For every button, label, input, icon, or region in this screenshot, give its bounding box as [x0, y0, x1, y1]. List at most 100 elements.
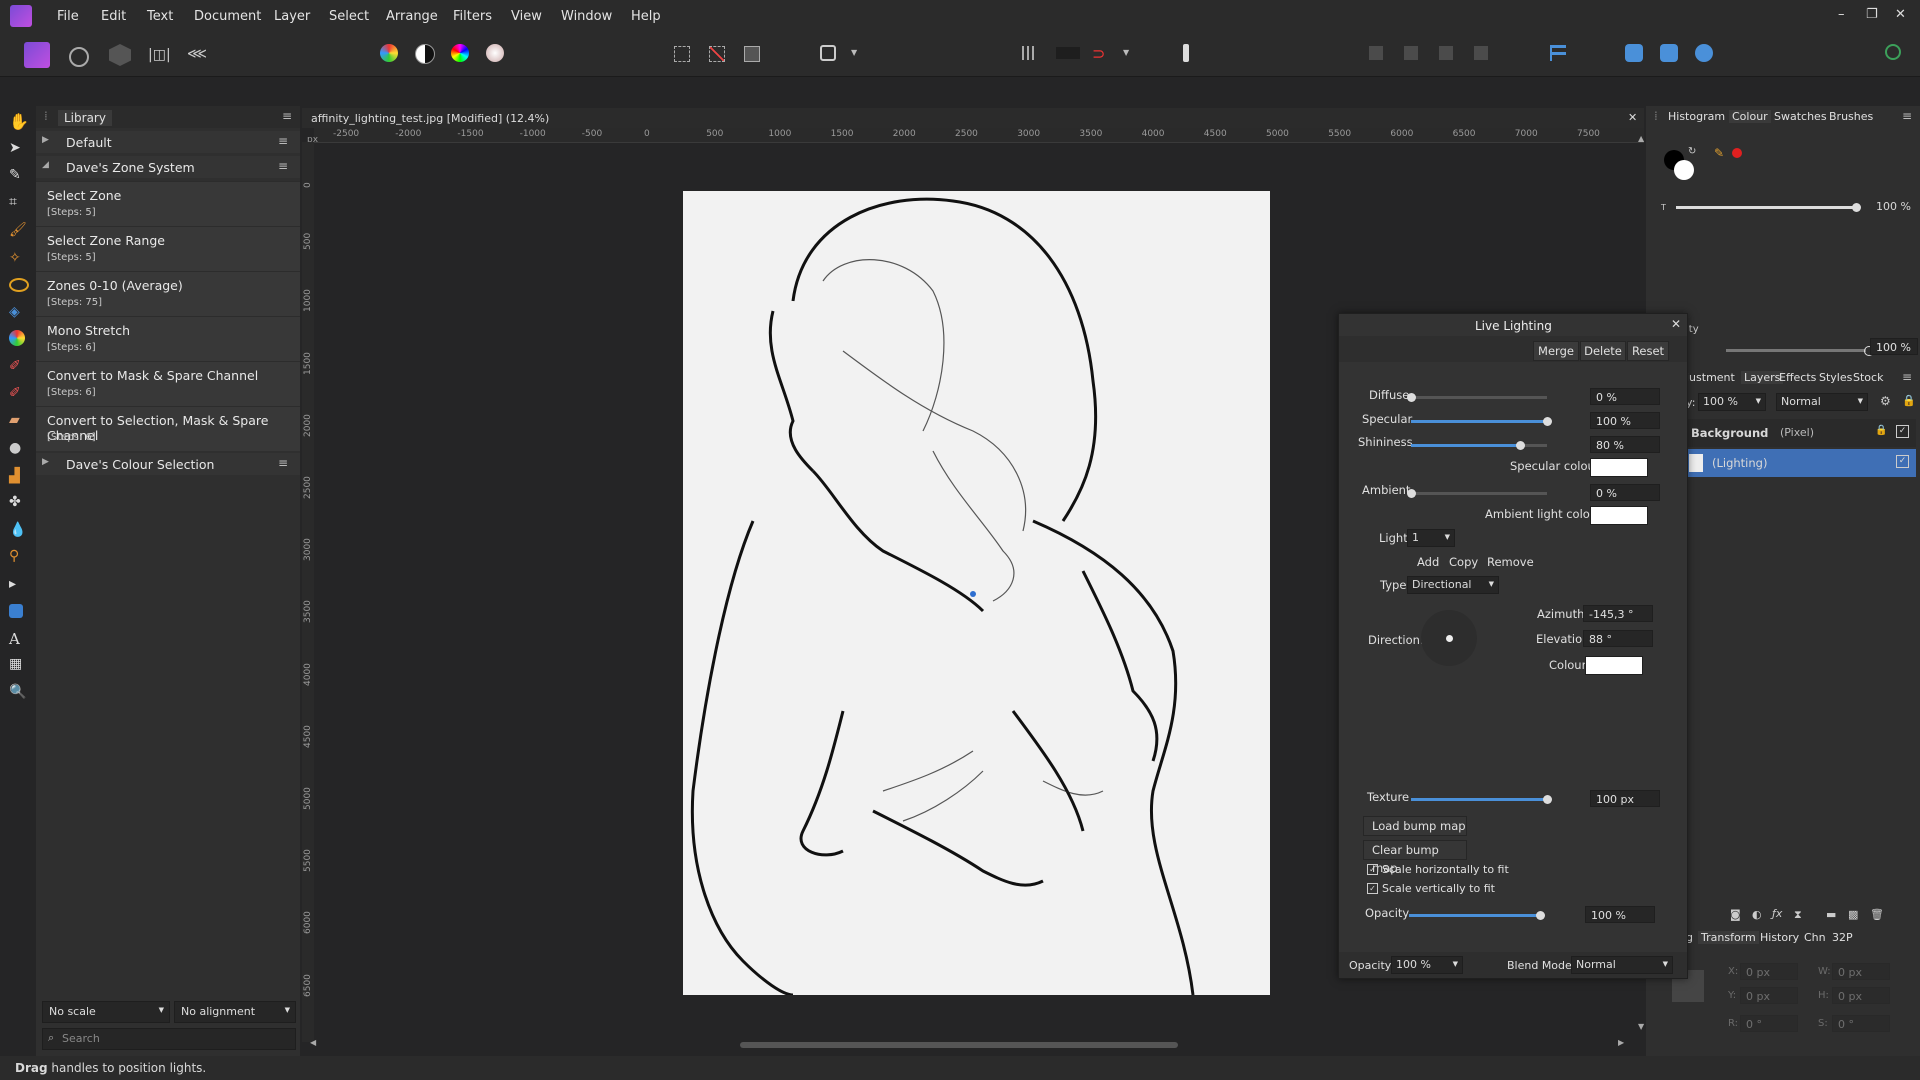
menu-document[interactable]: Document	[194, 9, 261, 24]
group-menu-icon[interactable]: ≡	[278, 456, 288, 470]
account-icon[interactable]	[1885, 44, 1901, 60]
slider-knob[interactable]	[1407, 393, 1416, 402]
tone-mapping-persona-icon[interactable]: |◫|	[148, 47, 171, 63]
shininess-slider[interactable]	[1411, 441, 1547, 450]
pen-tool-icon[interactable]: ▸	[9, 576, 27, 594]
library-group-colour-selection[interactable]: ▶ Dave's Colour Selection ≡	[36, 453, 300, 475]
marquee-tool-icon[interactable]	[9, 278, 29, 292]
snapping-grid-icon[interactable]	[1022, 46, 1036, 60]
light-handle[interactable]	[970, 591, 976, 597]
transform-h-field[interactable]: 0 px	[1832, 987, 1890, 1004]
copy-light-button[interactable]: Copy	[1449, 555, 1478, 569]
transform-r-field[interactable]: 0 °	[1740, 1015, 1798, 1032]
blur-brush-icon[interactable]: 💧	[9, 522, 27, 540]
scale-dropdown[interactable]: No scale ▼	[42, 1001, 170, 1023]
auto-white-balance-icon[interactable]	[486, 44, 504, 62]
healing-brush-icon[interactable]: ✤	[9, 494, 27, 512]
adjustment-layer-icon[interactable]: ◐	[1752, 908, 1762, 921]
scroll-down-icon[interactable]: ▼	[1638, 1022, 1644, 1031]
tab-effects[interactable]: Effects	[1779, 371, 1816, 384]
new-pixel-layer-icon[interactable]: ▩	[1848, 908, 1858, 921]
azimuth-field[interactable]: -145,3 °	[1583, 605, 1653, 622]
tab-32p[interactable]: 32P	[1832, 931, 1853, 944]
slider-knob[interactable]	[1515, 441, 1525, 450]
panel-menu-icon[interactable]: ≡	[282, 109, 292, 123]
levels-icon[interactable]	[380, 44, 398, 62]
group-menu-icon[interactable]: ≡	[278, 159, 288, 173]
develop-persona-icon[interactable]	[109, 44, 131, 66]
load-bump-map-button[interactable]: Load bump map	[1363, 816, 1467, 836]
transform-x-field[interactable]: 0 px	[1740, 963, 1798, 980]
macro-item[interactable]: Convert to Mask & Spare Channel [Steps: …	[36, 361, 300, 406]
tint-slider[interactable]	[1676, 203, 1861, 212]
panel-grip-icon[interactable]: ⁞	[44, 109, 48, 123]
document-tab[interactable]: affinity_lighting_test.jpg [Modified] (1…	[302, 108, 1644, 128]
quick-mask-icon[interactable]	[820, 45, 836, 61]
delete-layer-icon[interactable]: 🗑	[1870, 908, 1884, 921]
scroll-left-icon[interactable]: ◀	[310, 1038, 316, 1047]
direction-wheel[interactable]	[1421, 610, 1477, 666]
flood-fill-icon[interactable]: ◈	[9, 304, 27, 322]
add-light-button[interactable]: Add	[1417, 555, 1439, 569]
panel-grip-icon[interactable]: ⁞	[1654, 109, 1658, 123]
close-dialog-icon[interactable]: ✕	[1671, 317, 1681, 331]
macro-item[interactable]: Select Zone [Steps: 5]	[36, 181, 300, 226]
boolean-subtract-icon[interactable]	[1660, 44, 1678, 62]
mesh-warp-icon[interactable]: ▦	[9, 656, 27, 674]
opacity-slider[interactable]	[1726, 346, 1874, 356]
selection-brush-icon[interactable]: 🖌	[9, 222, 27, 240]
library-group-zone-system[interactable]: ◢ Dave's Zone System ≡	[36, 156, 300, 178]
dodge-brush-icon[interactable]: ●	[9, 440, 27, 458]
layer-visible-checkbox[interactable]: ✓	[1896, 455, 1909, 468]
panel-menu-icon[interactable]: ≡	[1902, 109, 1912, 123]
snapping-magnet-icon[interactable]: ⊃	[1092, 44, 1105, 63]
picked-colour-swatch[interactable]	[1732, 148, 1742, 158]
tab-styles[interactable]: Styles	[1819, 371, 1852, 384]
pixel-tool-icon[interactable]: ✐	[9, 385, 27, 403]
delete-button[interactable]: Delete	[1580, 341, 1626, 361]
blend-mode-dropdown[interactable]: Normal ▼	[1776, 393, 1868, 411]
layer-row-lighting[interactable]: (Lighting) ✓	[1686, 449, 1916, 477]
layer-row-background[interactable]: Background (Pixel) 🔒 ✓	[1686, 419, 1916, 447]
dialog-opacity-field[interactable]: 100 %	[1585, 906, 1655, 923]
tab-history[interactable]: History	[1760, 931, 1799, 944]
specular-colour-swatch[interactable]	[1590, 458, 1648, 477]
texture-slider[interactable]	[1411, 795, 1552, 804]
menu-select[interactable]: Select	[329, 9, 369, 24]
library-group-default[interactable]: ▶ Default ≡	[36, 131, 300, 153]
flood-select-icon[interactable]: ✧	[9, 250, 27, 268]
rectangle-tool-icon[interactable]	[9, 604, 23, 618]
light-dropdown[interactable]: 1 ▼	[1407, 529, 1455, 547]
close-document-icon[interactable]: ✕	[1628, 111, 1637, 124]
assistant-icon[interactable]	[1183, 44, 1189, 62]
layer-settings-gear-icon[interactable]: ⚙	[1880, 394, 1891, 408]
ambient-colour-swatch[interactable]	[1590, 506, 1648, 525]
alignment-dropdown[interactable]: No alignment ▼	[174, 1001, 296, 1023]
canvas-image[interactable]	[683, 191, 1270, 995]
crop-tool-icon[interactable]: ⌗	[9, 194, 27, 212]
transform-w-field[interactable]: 0 px	[1832, 963, 1890, 980]
auto-contrast-icon[interactable]	[415, 44, 435, 64]
minimize-icon[interactable]: –	[1838, 7, 1845, 22]
slider-knob[interactable]	[1407, 489, 1416, 498]
menu-view[interactable]: View	[511, 9, 542, 24]
auto-colour-icon[interactable]	[451, 44, 469, 62]
merge-button[interactable]: Merge	[1533, 341, 1579, 361]
layer-opacity-dropdown[interactable]: 100 % ▼	[1698, 393, 1766, 411]
lock-icon[interactable]: 🔒	[1902, 394, 1916, 407]
scroll-up-icon[interactable]: ▲	[1638, 134, 1644, 143]
tab-colour[interactable]: Colour	[1729, 110, 1771, 123]
tab-swatches[interactable]: Swatches	[1774, 110, 1827, 123]
menu-edit[interactable]: Edit	[101, 9, 126, 24]
macro-item[interactable]: Zones 0-10 (Average) [Steps: 75]	[36, 271, 300, 316]
transform-y-field[interactable]: 0 px	[1740, 987, 1798, 1004]
footer-opacity-dropdown[interactable]: 100 % ▼	[1391, 956, 1463, 974]
live-filter-icon[interactable]: ⧗	[1794, 908, 1802, 922]
tab-layers[interactable]: Layers	[1741, 371, 1784, 384]
colour-picker-icon[interactable]: ✎	[9, 167, 27, 185]
new-group-icon[interactable]: ▬	[1826, 908, 1836, 921]
macro-item[interactable]: Mono Stretch [Steps: 6]	[36, 316, 300, 361]
layer-lock-icon[interactable]: 🔒	[1875, 425, 1887, 436]
menu-layer[interactable]: Layer	[274, 9, 310, 24]
macro-item[interactable]: Convert to Selection, Mask & Spare Chann…	[36, 406, 300, 451]
